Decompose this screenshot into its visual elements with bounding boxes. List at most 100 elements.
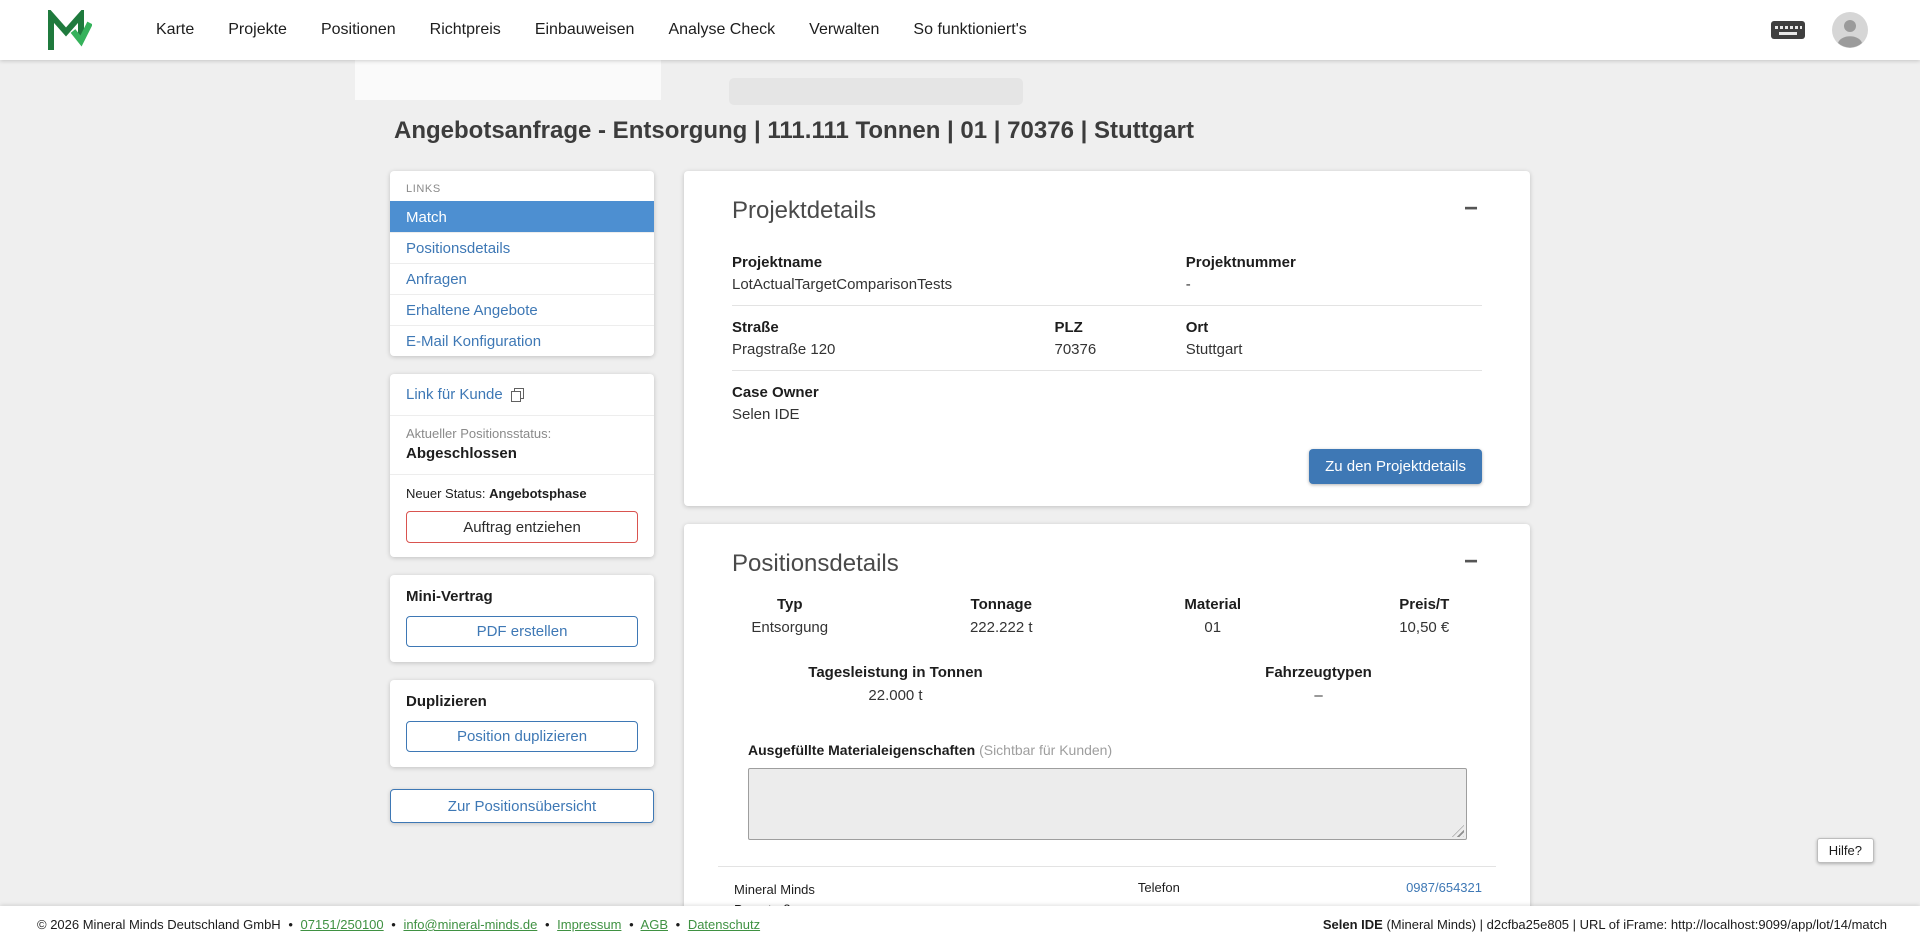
sidebar-item-positionsdetails[interactable]: Positionsdetails: [390, 232, 654, 263]
phone-label: Telefon: [1138, 880, 1180, 895]
field-label: Ort: [1186, 319, 1482, 336]
metric-label: Preis/T: [1319, 596, 1531, 613]
phone-link[interactable]: 0987/654321: [1406, 880, 1482, 895]
navbar-right: [1770, 12, 1868, 48]
field-plz: PLZ 70376: [1055, 319, 1186, 358]
footer-privacy-link[interactable]: Datenschutz: [688, 917, 760, 932]
duplicate-card: Duplizieren Position duplizieren: [390, 680, 654, 767]
footer: © 2026 Mineral Minds Deutschland GmbH • …: [0, 906, 1920, 943]
nav-item-positionen[interactable]: Positionen: [321, 21, 396, 39]
position-details-card: Positionsdetails − Typ Entsorgung Tonnag…: [684, 524, 1530, 943]
current-status-caption: Aktueller Positionsstatus:: [406, 426, 638, 441]
position-details-title: Positionsdetails: [732, 550, 899, 578]
field-label: PLZ: [1055, 319, 1186, 336]
footer-email-link[interactable]: info@mineral-minds.de: [403, 917, 537, 932]
nav-item-karte[interactable]: Karte: [156, 21, 194, 39]
position-overview-button[interactable]: Zur Positionsübersicht: [390, 789, 654, 823]
duplicate-position-button[interactable]: Position duplizieren: [406, 721, 638, 752]
metric-tagesleistung: Tagesleistung in Tonnen 22.000 t: [684, 664, 1107, 704]
sidebar-status-card: Link für Kunde Aktueller Positionsstatus…: [390, 374, 654, 557]
field-value: Stuttgart: [1186, 341, 1482, 358]
metric-label: Typ: [684, 596, 896, 613]
footer-user: Selen IDE: [1323, 917, 1383, 932]
field-projektname: Projektname LotActualTargetComparisonTes…: [732, 254, 1186, 293]
field-value: 70376: [1055, 341, 1186, 358]
metric-tonnage: Tonnage 222.222 t: [896, 596, 1108, 636]
footer-right: Selen IDE (Mineral Minds) | d2cfba25e805…: [1323, 917, 1887, 932]
mini-contract-card: Mini-Vertrag PDF erstellen: [390, 575, 654, 662]
user-avatar[interactable]: [1832, 12, 1868, 48]
metric-typ: Typ Entsorgung: [684, 596, 896, 636]
metric-value: 222.222 t: [896, 619, 1108, 636]
metric-value: 10,50 €: [1319, 619, 1531, 636]
nav-item-richtpreis[interactable]: Richtpreis: [430, 21, 501, 39]
material-properties-textarea[interactable]: [748, 768, 1467, 840]
sidebar-links-card: LINKS Match Positionsdetails Anfragen Er…: [390, 171, 654, 356]
material-properties-label: Ausgefüllte Materialeigenschaften: [748, 742, 975, 758]
field-value: Pragstraße 120: [732, 341, 1055, 358]
create-pdf-button[interactable]: PDF erstellen: [406, 616, 638, 647]
customer-link[interactable]: Link für Kunde: [406, 386, 503, 403]
page-container: Angebotsanfrage - Entsorgung | 111.111 T…: [390, 60, 1530, 943]
copy-icon[interactable]: [510, 387, 525, 402]
brand-logo-icon[interactable]: [48, 10, 92, 50]
metric-preis: Preis/T 10,50 €: [1319, 596, 1531, 636]
footer-separator: •: [391, 917, 396, 932]
sidebar-item-anfragen[interactable]: Anfragen: [390, 263, 654, 294]
field-value: LotActualTargetComparisonTests: [732, 276, 1186, 293]
footer-imprint-link[interactable]: Impressum: [557, 917, 621, 932]
customer-link-row[interactable]: Link für Kunde: [390, 374, 654, 416]
main-nav: Karte Projekte Positionen Richtpreis Ein…: [156, 21, 1770, 39]
project-details-card: Projektdetails − Projektname LotActualTa…: [684, 171, 1530, 506]
sidebar-item-match[interactable]: Match: [390, 201, 654, 232]
main-content: Projektdetails − Projektname LotActualTa…: [684, 171, 1530, 943]
nav-item-analyse-check[interactable]: Analyse Check: [668, 21, 775, 39]
nav-item-so-funktionierts[interactable]: So funktioniert's: [913, 21, 1026, 39]
project-details-title: Projektdetails: [732, 197, 876, 225]
material-properties-label-row: Ausgefüllte Materialeigenschaften (Sicht…: [732, 742, 1482, 758]
field-value: Selen IDE: [732, 406, 1186, 423]
new-status-line: Neuer Status: Angebotsphase: [390, 475, 654, 501]
new-status-caption: Neuer Status:: [406, 486, 486, 501]
footer-agb-link[interactable]: AGB: [641, 917, 668, 932]
field-label: Projektname: [732, 254, 1186, 271]
nav-item-einbauweisen[interactable]: Einbauweisen: [535, 21, 635, 39]
keyboard-icon[interactable]: [1770, 18, 1806, 42]
new-status-value: Angebotsphase: [489, 486, 587, 501]
sidebar-item-erhaltene-angebote[interactable]: Erhaltene Angebote: [390, 294, 654, 325]
footer-separator: •: [629, 917, 634, 932]
page-title: Angebotsanfrage - Entsorgung | 111.111 T…: [390, 60, 1530, 145]
help-button[interactable]: Hilfe?: [1817, 838, 1874, 863]
current-status-value: Abgeschlossen: [406, 445, 638, 462]
nav-item-verwalten[interactable]: Verwalten: [809, 21, 879, 39]
top-navbar: Karte Projekte Positionen Richtpreis Ein…: [0, 0, 1920, 60]
metric-label: Material: [1107, 596, 1319, 613]
field-ort: Ort Stuttgart: [1186, 319, 1482, 358]
footer-copyright: © 2026 Mineral Minds Deutschland GmbH: [37, 917, 281, 932]
field-label: Straße: [732, 319, 1055, 336]
field-strasse: Straße Pragstraße 120: [732, 319, 1055, 358]
footer-separator: •: [676, 917, 681, 932]
metric-value: 01: [1107, 619, 1319, 636]
field-label: Case Owner: [732, 384, 1186, 401]
mini-contract-title: Mini-Vertrag: [390, 575, 654, 608]
material-properties-textarea-wrap: [748, 768, 1467, 840]
material-properties-hint: (Sichtbar für Kunden): [979, 742, 1112, 758]
footer-left: © 2026 Mineral Minds Deutschland GmbH • …: [37, 917, 760, 932]
links-label: LINKS: [390, 171, 654, 201]
metric-label: Tonnage: [896, 596, 1108, 613]
collapse-icon[interactable]: −: [1460, 550, 1482, 574]
footer-phone-link[interactable]: 07151/250100: [301, 917, 384, 932]
current-status-block: Aktueller Positionsstatus: Abgeschlossen: [390, 416, 654, 475]
go-to-project-details-button[interactable]: Zu den Projektdetails: [1309, 449, 1482, 484]
collapse-icon[interactable]: −: [1460, 197, 1482, 221]
nav-item-projekte[interactable]: Projekte: [228, 21, 287, 39]
field-value: -: [1186, 276, 1482, 293]
footer-session-info: (Mineral Minds) | d2cfba25e805 | URL of …: [1386, 917, 1887, 932]
metric-fahrzeugtypen: Fahrzeugtypen –: [1107, 664, 1530, 704]
contact-company: Mineral Minds: [734, 880, 1138, 900]
sidebar-item-email-konfiguration[interactable]: E-Mail Konfiguration: [390, 325, 654, 356]
metric-label: Fahrzeugtypen: [1107, 664, 1530, 681]
withdraw-order-button[interactable]: Auftrag entziehen: [406, 511, 638, 543]
sidebar: LINKS Match Positionsdetails Anfragen Er…: [390, 171, 654, 823]
